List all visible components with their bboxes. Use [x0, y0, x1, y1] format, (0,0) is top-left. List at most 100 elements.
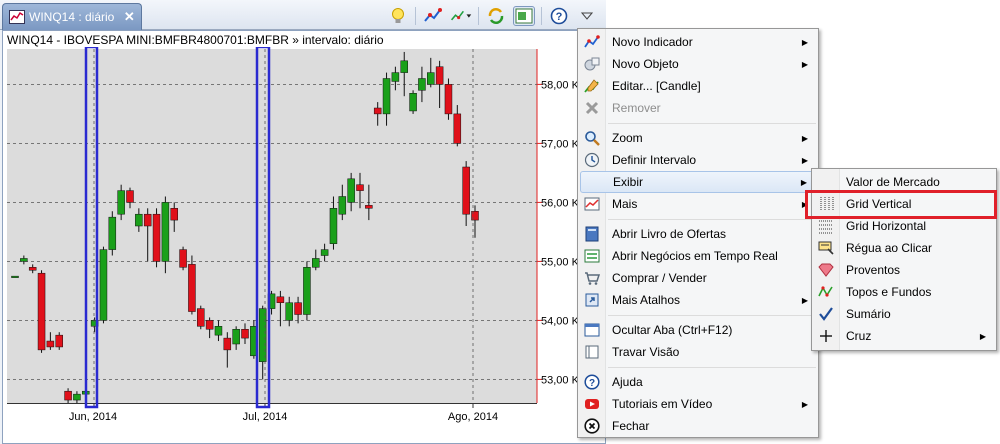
candle-body [28, 267, 37, 271]
help-button[interactable]: ? [548, 6, 570, 26]
menu-item-exibir[interactable]: Exibir ▶ [580, 171, 816, 193]
check-icon [817, 305, 835, 323]
submenu-arrow-icon: ▶ [801, 133, 808, 143]
tops-bottoms-icon [817, 283, 835, 301]
menu-item-label: Sumário [846, 307, 891, 321]
menu-item-label: Topos e Fundos [846, 285, 932, 299]
candle-body [435, 66, 444, 85]
candle-body [409, 93, 417, 112]
candle-body [418, 78, 426, 91]
menu-item-abrir-negocios-em-tempo-real[interactable]: Abrir Negócios em Tempo Real [580, 245, 816, 267]
candle-body [161, 202, 170, 262]
chart-window: WINQ14 : diário ✕ ? WINQ14 - IBOVESPA MI… [0, 0, 606, 444]
remove-icon [583, 99, 601, 117]
submenu-arrow-icon: ▶ [801, 37, 808, 47]
menu-item-novo-objeto[interactable]: Novo Objeto ▶ [580, 53, 816, 75]
video-icon [583, 395, 601, 413]
menu-item-ocultar-aba-ctrl-f12[interactable]: Ocultar Aba (Ctrl+F12) [580, 319, 816, 341]
menu-item-travar-visao[interactable]: Travar Visão [580, 341, 816, 363]
chart-toolbar: ? [387, 5, 598, 27]
x-tick-label: Jun, 2014 [69, 411, 117, 423]
candle-body [170, 208, 178, 221]
close-tab-button[interactable]: ✕ [122, 9, 136, 24]
candle-body [462, 166, 470, 215]
menu-item-ajuda[interactable]: ? Ajuda [580, 371, 816, 393]
menu-item-zoom[interactable]: Zoom ▶ [580, 127, 816, 149]
candle-body [312, 258, 320, 268]
book-icon [583, 225, 601, 243]
candle-body [338, 196, 347, 215]
candle-body [232, 329, 240, 345]
x-tick-label: Ago, 2014 [448, 411, 498, 423]
menu-item-abrir-livro-de-ofertas[interactable]: Abrir Livro de Ofertas [580, 223, 816, 245]
submenu-item-cruz[interactable]: Cruz ▶ [814, 325, 994, 347]
menu-item-mais-atalhos[interactable]: Mais Atalhos ▶ [580, 289, 816, 311]
grid-horizontal-icon [817, 217, 835, 235]
candle-body [471, 211, 479, 221]
candle-body [258, 308, 267, 362]
menu-item-novo-indicador[interactable]: Novo Indicador ▶ [580, 31, 816, 53]
panel-icon [515, 8, 533, 24]
submenu-arrow-icon: ▶ [801, 59, 808, 69]
menu-item-label: Definir Intervalo [612, 153, 697, 167]
tab-winq14[interactable]: WINQ14 : diário ✕ [2, 3, 142, 30]
dividend-icon [817, 261, 835, 279]
submenu-arrow-icon: ▶ [800, 177, 807, 187]
cart-icon [583, 269, 601, 287]
indicator-dropdown-icon [450, 10, 472, 21]
candle-body [11, 275, 19, 278]
candle-body [126, 190, 134, 203]
candle-body [37, 272, 46, 351]
y-tick-label: 57,00 K [541, 138, 580, 150]
candlestick-chart[interactable]: 58,00 K 57,00 K 56,00 K 55,00 K 54,00 K 53,00… [3, 47, 605, 443]
interval-icon [583, 151, 601, 169]
candle-body [197, 308, 205, 327]
candle-body [391, 72, 400, 82]
refresh-button[interactable] [485, 6, 507, 26]
submenu-item-sumario[interactable]: Sumário [814, 303, 994, 325]
candle-body [382, 78, 391, 115]
indicator-dropdown-button[interactable] [450, 6, 472, 26]
bulb-button[interactable] [387, 6, 409, 26]
candle-body [223, 337, 232, 351]
menu-item-label: Comprar / Vender [612, 271, 707, 285]
submenu-item-proventos[interactable]: Proventos [814, 259, 994, 281]
menu-item-label: Mais [612, 197, 638, 211]
view-menu-button[interactable] [576, 6, 598, 26]
candle-body [356, 184, 364, 191]
view-menu-icon [581, 12, 593, 20]
menu-item-label: Fechar [612, 419, 650, 433]
submenu-item-topos-e-fundos[interactable]: Topos e Fundos [814, 281, 994, 303]
help-icon: ? [583, 373, 601, 391]
menu-separator [608, 123, 816, 124]
shortcut-icon [583, 291, 601, 309]
menu-item-comprar-vender[interactable]: Comprar / Vender [580, 267, 816, 289]
chart-tab-icon [9, 10, 25, 24]
toolbar-separator [478, 7, 479, 25]
y-tick-label: 53,00 K [541, 374, 580, 386]
menu-item-tutoriais-em-video[interactable]: Tutoriais em Vídeo ▶ [580, 393, 816, 415]
toolbar-separator [415, 7, 416, 25]
chart-area[interactable]: WINQ14 - IBOVESPA MINI:BMFBR4800701:BMFB… [2, 30, 606, 444]
y-tick-label: 56,00 K [541, 197, 580, 209]
candle-body [108, 216, 117, 250]
menu-item-editar-candle[interactable]: Editar... [Candle] [580, 75, 816, 97]
candle-body [444, 84, 453, 115]
candle-body [453, 113, 462, 144]
panel-button[interactable] [513, 6, 535, 26]
menu-item-label: Abrir Livro de Ofertas [612, 227, 727, 241]
candle-body [46, 340, 55, 348]
candle-body [365, 205, 373, 209]
x-tick-label: Jul, 2014 [243, 411, 288, 423]
menu-item-label: Zoom [612, 131, 643, 145]
candle-body [117, 190, 125, 215]
menu-item-definir-intervalo[interactable]: Definir Intervalo ▶ [580, 149, 816, 171]
candle-body [143, 213, 152, 227]
menu-item-fechar[interactable]: Fechar [580, 415, 816, 437]
candle-body [329, 208, 338, 244]
menu-item-mais[interactable]: Mais ▶ [580, 193, 816, 215]
candle-body [99, 249, 108, 321]
indicator-button[interactable] [422, 6, 444, 26]
candle-body [373, 107, 382, 115]
submenu-item-regua-ao-clicar[interactable]: Régua ao Clicar [814, 237, 994, 259]
